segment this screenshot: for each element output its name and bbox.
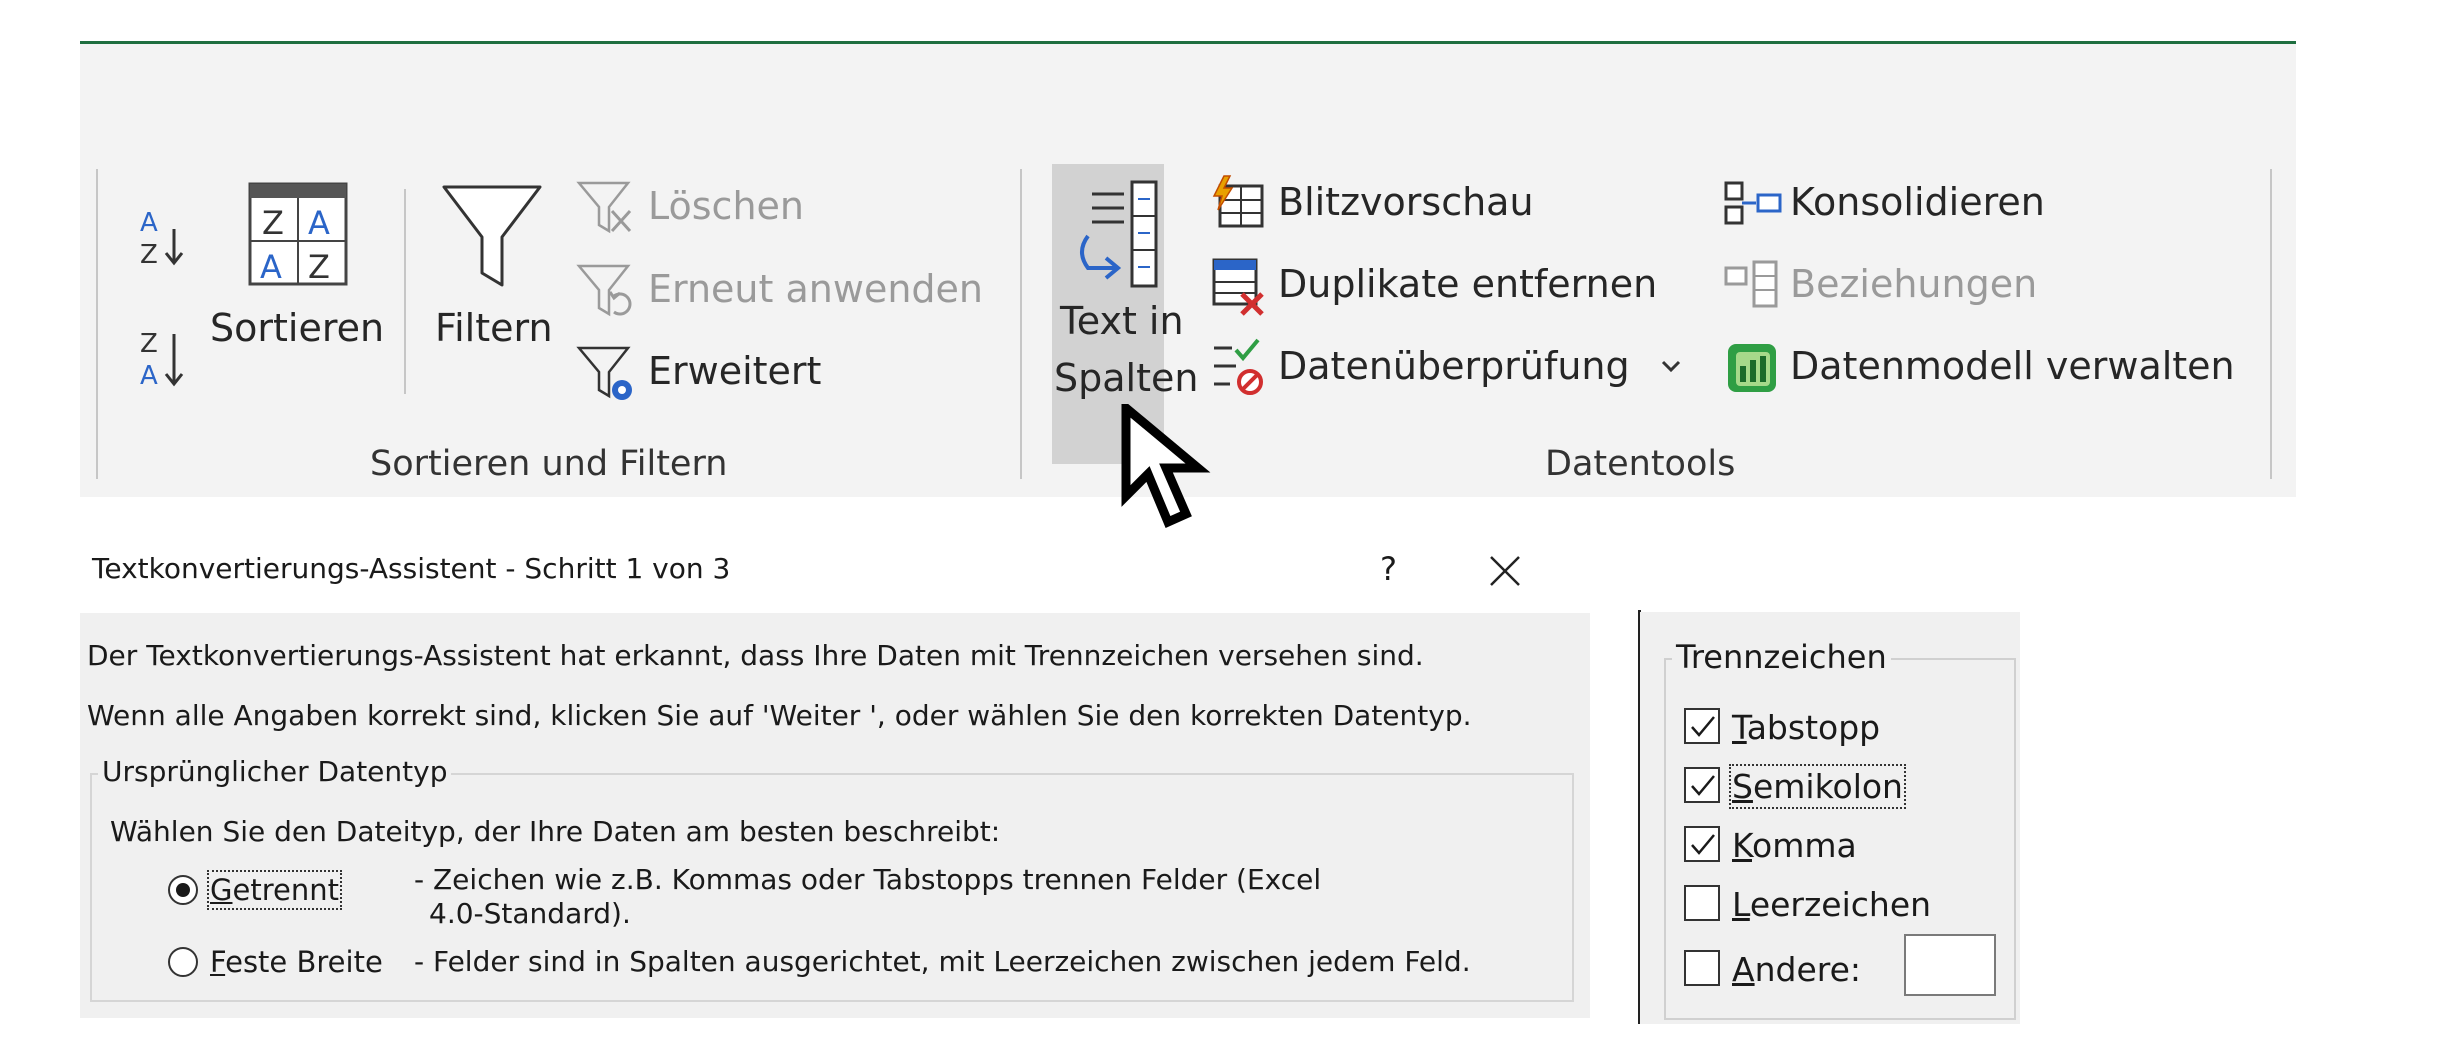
relationships-label[interactable]: Beziehungen — [1790, 262, 2037, 306]
accel-key: L — [1732, 885, 1750, 924]
accel-key: G — [210, 873, 233, 907]
advanced-filter-icon[interactable] — [576, 344, 636, 404]
accel-key: T — [1732, 708, 1747, 747]
reapply-filter-icon[interactable] — [576, 262, 636, 320]
tab-checkbox[interactable] — [1684, 708, 1720, 744]
filter-funnel-icon[interactable] — [440, 181, 544, 291]
remove-duplicates-icon[interactable] — [1210, 256, 1266, 316]
dialog-body: Der Textkonvertierungs-Assistent hat erk… — [80, 613, 1590, 1018]
divider — [404, 189, 406, 394]
advanced-filter-label[interactable]: Erweitert — [648, 349, 821, 393]
detected-text: Der Textkonvertierungs-Assistent hat erk… — [87, 639, 1424, 672]
label-rest: eerzeichen — [1749, 885, 1932, 924]
dialog-title: Textkonvertierungs-Assistent - Schritt 1… — [92, 552, 731, 585]
accel-key: S — [1732, 767, 1753, 806]
delimiters-groupbox: Trennzeichen Tabstopp Semikolon Komma Le… — [1664, 638, 2016, 1020]
space-checkbox[interactable] — [1684, 885, 1720, 921]
delimited-description: - Zeichen wie z.B. Kommas oder Tabstopps… — [414, 863, 1322, 896]
sort-a-z-icon[interactable]: A Z — [138, 201, 198, 271]
accel-key: A — [1732, 950, 1755, 989]
text-to-columns-icon — [1062, 172, 1158, 292]
semicolon-label[interactable]: Semikolon — [1729, 764, 1906, 809]
sort-dialog-icon[interactable]: Z A A Z — [248, 182, 348, 286]
svg-text:A: A — [260, 248, 282, 286]
manage-data-model-label[interactable]: Datenmodell verwalten — [1790, 344, 2235, 388]
fixed-width-description: - Felder sind in Spalten ausgerichtet, m… — [414, 945, 1471, 978]
delimiters-panel: Trennzeichen Tabstopp Semikolon Komma Le… — [1640, 612, 2020, 1024]
svg-text:Z: Z — [262, 204, 284, 242]
reapply-filter-label[interactable]: Erneut anwenden — [648, 267, 983, 311]
data-type-legend: Ursprünglicher Datentyp — [98, 755, 452, 788]
label-rest: omma — [1752, 826, 1857, 865]
group-divider — [2270, 169, 2272, 479]
delimited-description-2: 4.0-Standard). — [429, 897, 631, 930]
data-tools-group-label: Datentools — [1545, 444, 1736, 484]
accel-key: F — [210, 945, 226, 979]
label-rest: ndere: — [1754, 950, 1862, 989]
group-divider — [96, 169, 98, 479]
svg-text:Z: Z — [140, 240, 158, 270]
svg-text:Z: Z — [140, 329, 158, 359]
other-label[interactable]: Andere: — [1732, 950, 1861, 989]
flash-fill-label[interactable]: Blitzvorschau — [1278, 180, 1534, 224]
filter-button-label[interactable]: Filtern — [435, 306, 553, 350]
help-button[interactable]: ? — [1380, 550, 1397, 588]
accel-key: K — [1732, 826, 1752, 865]
consolidate-label[interactable]: Konsolidieren — [1790, 180, 2045, 224]
clear-filter-label[interactable]: Löschen — [648, 184, 804, 228]
comma-checkbox[interactable] — [1684, 826, 1720, 862]
svg-text:A: A — [140, 361, 158, 391]
semicolon-checkbox[interactable] — [1684, 767, 1720, 803]
delimiters-legend: Trennzeichen — [1672, 638, 1891, 676]
close-icon[interactable] — [1488, 554, 1522, 588]
remove-duplicates-label[interactable]: Duplikate entfernen — [1278, 262, 1657, 306]
data-validation-label[interactable]: Datenüberprüfung — [1278, 344, 1630, 388]
fixed-width-label[interactable]: Feste Breite — [210, 945, 383, 979]
delimited-label[interactable]: Getrennt — [207, 870, 342, 910]
svg-text:A: A — [140, 208, 158, 238]
instruction-text: Wenn alle Angaben korrekt sind, klicken … — [87, 699, 1472, 732]
fixed-width-radio[interactable] — [168, 947, 198, 977]
other-delimiter-input[interactable] — [1904, 934, 1996, 996]
data-type-groupbox: Ursprünglicher Datentyp Wählen Sie den D… — [90, 755, 1574, 1002]
other-checkbox[interactable] — [1684, 950, 1720, 986]
label-rest: este Breite — [225, 945, 383, 979]
space-label[interactable]: Leerzeichen — [1732, 885, 1931, 924]
sort-button-label[interactable]: Sortieren — [210, 306, 384, 350]
data-type-prompt: Wählen Sie den Dateityp, der Ihre Daten … — [110, 815, 1001, 848]
sort-z-a-icon[interactable]: Z A — [138, 322, 198, 392]
label-rest: emikolon — [1752, 767, 1903, 806]
text-import-wizard-dialog: Textkonvertierungs-Assistent - Schritt 1… — [80, 518, 1590, 1018]
radio-selected-dot — [176, 883, 190, 897]
tab-label[interactable]: Tabstopp — [1732, 708, 1880, 747]
label-rest: etrennt — [232, 873, 339, 907]
text-to-columns-label-2: Spalten — [1054, 356, 1199, 400]
consolidate-icon[interactable] — [1722, 179, 1782, 227]
mouse-pointer-icon — [1120, 398, 1230, 534]
clear-filter-icon[interactable] — [576, 179, 636, 237]
sort-filter-group-label: Sortieren und Filtern — [370, 444, 728, 484]
comma-label[interactable]: Komma — [1732, 826, 1857, 865]
data-validation-icon[interactable] — [1210, 338, 1266, 398]
label-rest: abstopp — [1746, 708, 1881, 747]
excel-data-ribbon: A Z Z A Z A A Z Sortieren Filtern Lösche… — [80, 41, 2296, 528]
delimited-radio[interactable] — [168, 875, 198, 905]
group-divider — [1020, 169, 1022, 479]
text-to-columns-label-1: Text in — [1060, 299, 1184, 343]
flash-fill-icon[interactable] — [1210, 174, 1266, 230]
relationships-icon[interactable] — [1722, 260, 1782, 310]
chevron-down-icon[interactable] — [1660, 358, 1682, 374]
manage-data-model-icon[interactable] — [1722, 338, 1782, 398]
svg-text:A: A — [308, 204, 330, 242]
svg-text:Z: Z — [308, 248, 330, 286]
